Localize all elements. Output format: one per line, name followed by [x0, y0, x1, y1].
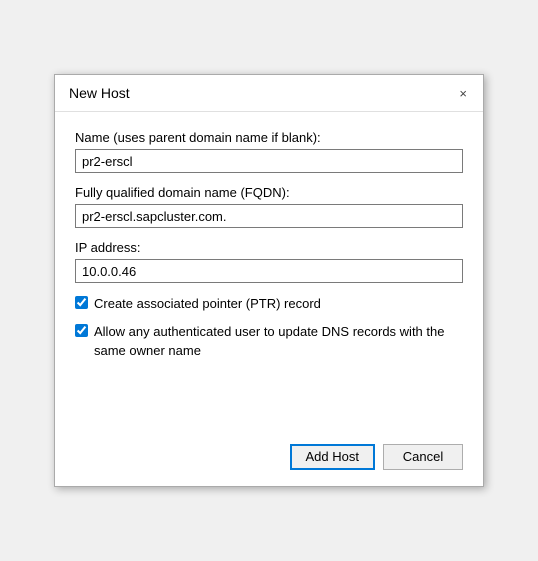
dns-checkbox-group: Allow any authenticated user to update D… — [75, 323, 463, 359]
dns-checkbox-label[interactable]: Allow any authenticated user to update D… — [94, 323, 463, 359]
name-input[interactable] — [75, 149, 463, 173]
name-label: Name (uses parent domain name if blank): — [75, 130, 463, 145]
dialog-title: New Host — [69, 85, 130, 101]
ptr-checkbox[interactable] — [75, 296, 88, 309]
fqdn-field-group: Fully qualified domain name (FQDN): — [75, 185, 463, 228]
title-bar: New Host × — [55, 75, 483, 112]
fqdn-label: Fully qualified domain name (FQDN): — [75, 185, 463, 200]
spacer — [75, 370, 463, 420]
fqdn-input[interactable] — [75, 204, 463, 228]
ip-label: IP address: — [75, 240, 463, 255]
ip-field-group: IP address: — [75, 240, 463, 283]
add-host-button[interactable]: Add Host — [290, 444, 375, 470]
cancel-button[interactable]: Cancel — [383, 444, 463, 470]
close-button[interactable]: × — [457, 87, 469, 100]
name-field-group: Name (uses parent domain name if blank): — [75, 130, 463, 173]
button-row: Add Host Cancel — [55, 434, 483, 486]
dns-checkbox[interactable] — [75, 324, 88, 337]
ip-input[interactable] — [75, 259, 463, 283]
new-host-dialog: New Host × Name (uses parent domain name… — [54, 74, 484, 487]
close-icon: × — [459, 87, 467, 100]
ptr-checkbox-label[interactable]: Create associated pointer (PTR) record — [94, 295, 321, 313]
ptr-checkbox-group: Create associated pointer (PTR) record — [75, 295, 463, 313]
dialog-body: Name (uses parent domain name if blank):… — [55, 112, 483, 434]
